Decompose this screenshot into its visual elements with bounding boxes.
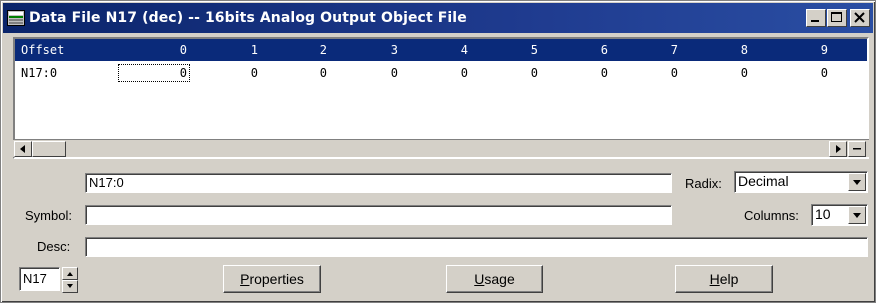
column-header-1: 1 bbox=[250, 43, 258, 57]
symbol-field[interactable] bbox=[85, 205, 672, 225]
column-header-5: 5 bbox=[530, 43, 538, 57]
radix-select[interactable]: Decimal bbox=[734, 171, 868, 193]
radix-dropdown-button[interactable] bbox=[848, 173, 866, 191]
cell-n17-0-5[interactable]: 0 bbox=[498, 62, 538, 84]
column-header-8: 8 bbox=[740, 43, 748, 57]
symbol-label: Symbol: bbox=[25, 208, 72, 223]
table-row[interactable]: N17:0 0 0 0 0 0 0 0 0 0 0 bbox=[15, 62, 867, 84]
help-button[interactable]: Help bbox=[675, 265, 773, 293]
spin-up-button[interactable] bbox=[62, 267, 78, 280]
close-icon bbox=[851, 10, 869, 26]
usage-button[interactable]: Usage bbox=[446, 265, 543, 293]
horizontal-scrollbar[interactable] bbox=[13, 139, 869, 157]
chevron-down-icon bbox=[849, 174, 865, 190]
usage-button-label: Usage bbox=[474, 271, 515, 287]
cell-n17-0-1[interactable]: 0 bbox=[218, 62, 258, 84]
scroll-right-button[interactable] bbox=[829, 141, 847, 157]
column-header-9: 9 bbox=[820, 43, 828, 57]
chevron-down-icon bbox=[849, 207, 865, 223]
row-offset: N17:0 bbox=[21, 66, 58, 80]
cell-n17-0-3[interactable]: 0 bbox=[358, 62, 398, 84]
arrow-right-icon bbox=[830, 142, 846, 156]
minimize-icon bbox=[807, 10, 825, 26]
column-header-2: 2 bbox=[319, 43, 327, 57]
desc-label: Desc: bbox=[37, 239, 71, 254]
table-header: Offset 0 1 2 3 4 5 6 7 8 9 bbox=[15, 39, 867, 61]
maximize-icon bbox=[828, 10, 846, 26]
scroll-left-button[interactable] bbox=[14, 141, 32, 157]
help-button-label: Help bbox=[709, 271, 739, 287]
desc-field[interactable] bbox=[85, 237, 868, 257]
column-header-3: 3 bbox=[390, 43, 398, 57]
cell-n17-0-8[interactable]: 0 bbox=[708, 62, 748, 84]
file-selector-input[interactable]: N17 bbox=[19, 267, 60, 291]
scrollbar-thumb[interactable] bbox=[32, 141, 66, 157]
properties-button[interactable]: Properties bbox=[223, 265, 321, 293]
cell-n17-0-6[interactable]: 0 bbox=[568, 62, 608, 84]
cell-n17-0-4[interactable]: 0 bbox=[428, 62, 468, 84]
column-header-offset: Offset bbox=[21, 43, 65, 57]
arrow-down-icon bbox=[63, 281, 77, 292]
data-file-icon bbox=[7, 10, 25, 26]
arrow-up-icon bbox=[63, 268, 77, 279]
title-bar[interactable]: Data File N17 (dec) -- 16bits Analog Out… bbox=[3, 3, 873, 33]
close-button[interactable] bbox=[850, 9, 870, 27]
cell-n17-0-2[interactable]: 0 bbox=[287, 62, 327, 84]
column-header-6: 6 bbox=[600, 43, 608, 57]
column-header-4: 4 bbox=[460, 43, 468, 57]
minus-icon bbox=[849, 142, 865, 156]
split-handle[interactable] bbox=[848, 141, 866, 157]
maximize-button[interactable] bbox=[827, 9, 847, 27]
cell-n17-0-0[interactable]: 0 bbox=[147, 62, 187, 84]
arrow-left-icon bbox=[15, 142, 31, 156]
columns-select[interactable]: 10 bbox=[811, 204, 868, 226]
column-header-7: 7 bbox=[670, 43, 678, 57]
columns-dropdown-button[interactable] bbox=[848, 206, 866, 224]
window-title: Data File N17 (dec) -- 16bits Analog Out… bbox=[29, 10, 467, 26]
address-field[interactable]: N17:0 bbox=[85, 173, 672, 193]
column-header-0: 0 bbox=[179, 43, 187, 57]
radix-label: Radix: bbox=[685, 176, 722, 191]
data-file-window: Data File N17 (dec) -- 16bits Analog Out… bbox=[0, 0, 876, 303]
cell-n17-0-9[interactable]: 0 bbox=[788, 62, 828, 84]
spin-down-button[interactable] bbox=[62, 280, 78, 293]
radix-value: Decimal bbox=[738, 173, 789, 189]
cell-n17-0-7[interactable]: 0 bbox=[638, 62, 678, 84]
properties-button-label: Properties bbox=[240, 271, 304, 287]
columns-label: Columns: bbox=[744, 208, 799, 223]
minimize-button[interactable] bbox=[806, 9, 826, 27]
columns-value: 10 bbox=[815, 206, 831, 222]
